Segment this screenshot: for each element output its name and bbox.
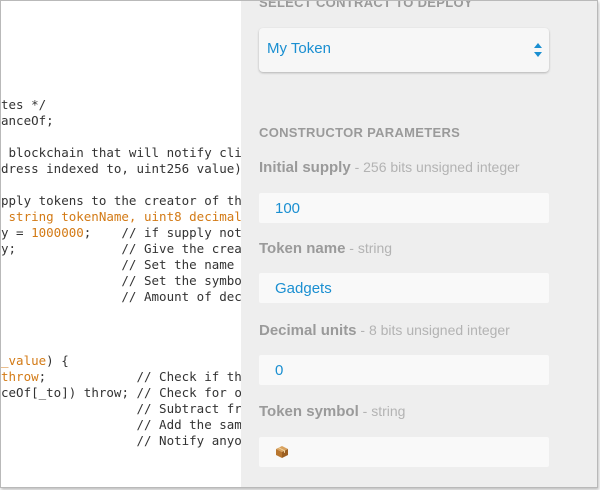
code-line: y = 1000000; // if supply not — [1, 225, 241, 240]
code-line: throw; // Check if the — [1, 369, 241, 384]
token-name-input[interactable]: Gadgets — [259, 273, 549, 303]
code-line: dress indexed to, uint256 value); — [1, 161, 241, 176]
window-frame: tes */anceOf; blockchain that will notif… — [0, 0, 598, 488]
token-symbol-input[interactable] — [259, 437, 549, 467]
code-line: blockchain that will notify clier — [1, 145, 241, 160]
select-contract-title: SELECT CONTRACT TO DEPLOY — [259, 0, 473, 10]
token-name-value: Gadgets — [275, 280, 332, 297]
code-line: tes */ — [1, 97, 47, 112]
deploy-panel: SELECT CONTRACT TO DEPLOY My Token CONST… — [241, 1, 597, 487]
contract-select[interactable]: My Token — [259, 28, 549, 72]
initial-supply-input[interactable]: 100 — [259, 193, 549, 223]
code-line: y; // Give the creat — [1, 241, 241, 256]
code-line: _value) { — [1, 353, 69, 368]
code-line: // Add the same — [1, 417, 241, 432]
decimal-units-input[interactable]: 0 — [259, 355, 549, 385]
code-line: // Notify anyone — [1, 433, 241, 448]
token-symbol-label: Token symbol - string — [259, 403, 406, 420]
code-line: pply tokens to the creator of the — [1, 193, 241, 208]
code-line: string tokenName, uint8 decimalUr — [1, 209, 241, 224]
constructor-parameters-title: CONSTRUCTOR PARAMETERS — [259, 125, 461, 140]
code-editor[interactable]: tes */anceOf; blockchain that will notif… — [1, 1, 241, 487]
decimal-units-value: 0 — [275, 362, 284, 379]
code-line: // Set the symbol — [1, 273, 241, 288]
code-line: // Set the name f — [1, 257, 241, 272]
decimal-units-label: Decimal units - 8 bits unsigned integer — [259, 322, 510, 339]
code-line: ceOf[_to]) throw; // Check for ove — [1, 385, 241, 400]
code-line: // Subtract from — [1, 401, 241, 416]
token-name-label: Token name - string — [259, 240, 393, 257]
package-box-icon — [276, 446, 288, 458]
select-updown-icon — [534, 43, 542, 57]
code-line: anceOf; — [1, 113, 54, 128]
initial-supply-value: 100 — [275, 200, 301, 217]
code-line: // Amount of deci — [1, 289, 241, 304]
initial-supply-label: Initial supply - 256 bits unsigned integ… — [259, 159, 520, 176]
contract-select-value: My Token — [267, 40, 331, 57]
